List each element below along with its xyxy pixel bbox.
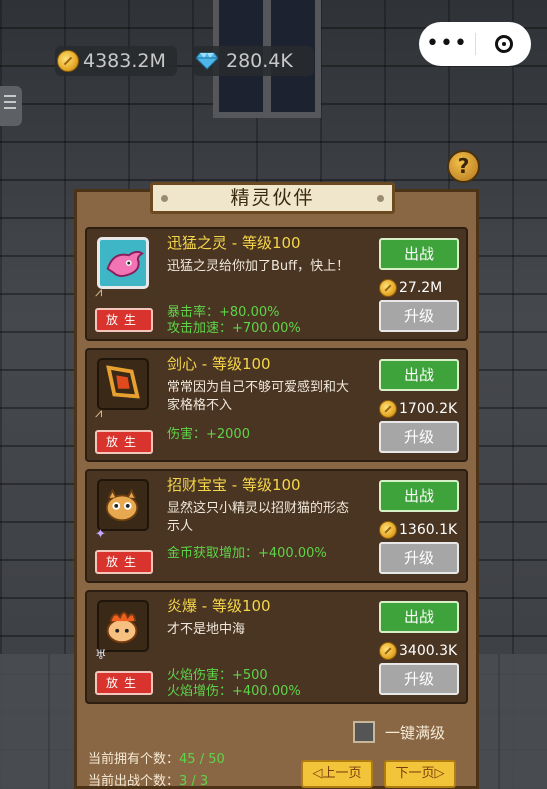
upgrade-cost: 1360.1K xyxy=(379,521,457,539)
gold-coin-icon xyxy=(57,50,79,72)
rank-mark-icon: ⩘ xyxy=(95,406,103,421)
gold-coin-icon xyxy=(379,642,397,660)
owned-value: 45 / 50 xyxy=(179,752,225,767)
battle-button[interactable]: 出战 xyxy=(379,359,459,391)
cost-value: 1360.1K xyxy=(399,522,458,538)
companion-portrait[interactable] xyxy=(97,479,149,531)
companion-card: ♅ 炎爆 - 等级100 才不是地中海 火焰伤害：+500 火焰增伤：+400.… xyxy=(85,590,468,704)
battling-count: 当前出战个数：3 / 3 xyxy=(88,770,208,789)
battling-label: 当前出战个数： xyxy=(88,774,180,789)
companion-description: 才不是地中海 xyxy=(167,622,246,637)
menu-line-icon xyxy=(4,95,16,97)
fortune-cat-icon xyxy=(105,488,139,522)
companion-stat: 暴击率：+80.00% xyxy=(167,305,280,320)
rank-mark-icon: ♅ xyxy=(95,648,107,663)
companion-description: 显然这只小精灵以招财猫的形态示人 xyxy=(167,501,350,534)
menu-line-icon xyxy=(4,107,16,109)
cost-value: 27.2M xyxy=(399,280,443,296)
companion-description: 常常因为自己不够可爱感到和大家格格不入 xyxy=(167,380,350,413)
max-all-label: 一键满级 xyxy=(385,724,446,742)
plate-stud-right xyxy=(377,195,384,202)
sword-heart-icon xyxy=(106,365,140,399)
upgrade-button[interactable]: 升级 xyxy=(379,542,459,574)
companion-stat: 火焰增伤：+400.00% xyxy=(167,684,301,699)
companion-stat: 火焰伤害：+500 xyxy=(167,668,268,683)
prev-page-button[interactable]: ◁上一页 xyxy=(301,760,373,788)
release-button[interactable]: 放生 xyxy=(95,671,153,695)
battle-button[interactable]: 出战 xyxy=(379,238,459,270)
gold-coin-icon xyxy=(379,521,397,539)
panel-title: 精灵伙伴 xyxy=(150,182,395,214)
companion-description: 迅猛之灵给你加了Buff，快上！ xyxy=(167,259,350,274)
companion-name: 迅猛之灵 - 等级100 xyxy=(167,234,301,252)
side-menu-tab[interactable] xyxy=(0,86,22,126)
companion-stat: 伤害：+2000 xyxy=(167,427,250,442)
owned-count: 当前拥有个数：45 / 50 xyxy=(88,748,225,767)
gold-amount: 4383.2M xyxy=(83,50,166,72)
menu-line-icon xyxy=(4,101,16,103)
release-button[interactable]: 放生 xyxy=(95,308,153,332)
target-circle-icon xyxy=(494,35,513,53)
companion-card: ✦ 招财宝宝 - 等级100 显然这只小精灵以招财猫的形态示人 金币获取增加：+… xyxy=(85,469,468,583)
cost-value: 1700.2K xyxy=(399,401,458,417)
panel-title-text: 精灵伙伴 xyxy=(230,187,315,209)
upgrade-cost: 27.2M xyxy=(379,279,442,297)
gem-counter: 280.4K xyxy=(192,46,314,76)
companion-stat: 攻击加速：+700.00% xyxy=(167,321,301,336)
companion-portrait[interactable] xyxy=(97,600,149,652)
companion-name: 招财宝宝 - 等级100 xyxy=(167,476,301,494)
diamond-icon xyxy=(195,52,219,70)
gold-coin-icon xyxy=(379,400,397,418)
upgrade-cost: 1700.2K xyxy=(379,400,457,418)
battle-button[interactable]: 出战 xyxy=(379,601,459,633)
gem-amount: 280.4K xyxy=(226,50,293,72)
release-button[interactable]: 放生 xyxy=(95,550,153,574)
more-dots-icon[interactable]: ••• xyxy=(419,22,475,66)
max-all-checkbox[interactable] xyxy=(353,721,375,743)
battling-value: 3 / 3 xyxy=(179,774,209,789)
companion-card: ⩘ 剑心 - 等级100 常常因为自己不够可爱感到和大家格格不入 伤害：+200… xyxy=(85,348,468,462)
companion-portrait[interactable] xyxy=(97,358,149,410)
plate-stud-left xyxy=(161,195,168,202)
upgrade-button[interactable]: 升级 xyxy=(379,300,459,332)
companion-name: 剑心 - 等级100 xyxy=(167,355,271,373)
companion-card: ⩘ 迅猛之灵 - 等级100 迅猛之灵给你加了Buff，快上！ 暴击率：+80.… xyxy=(85,227,468,341)
release-button[interactable]: 放生 xyxy=(95,430,153,454)
companion-stat: 金币获取增加：+400.00% xyxy=(167,546,327,561)
rank-mark-icon: ⩘ xyxy=(95,285,103,300)
cost-value: 3400.3K xyxy=(399,643,458,659)
swift-spirit-icon xyxy=(106,250,144,277)
next-page-button[interactable]: 下一页▷ xyxy=(384,760,456,788)
gold-counter: 4383.2M xyxy=(55,46,177,76)
gold-coin-icon xyxy=(379,279,397,297)
companion-portrait[interactable] xyxy=(97,237,149,289)
rank-mark-icon: ✦ xyxy=(95,527,106,542)
companion-name: 炎爆 - 等级100 xyxy=(167,597,271,615)
mini-program-capsule: ••• xyxy=(419,22,531,66)
upgrade-cost: 3400.3K xyxy=(379,642,457,660)
battle-button[interactable]: 出战 xyxy=(379,480,459,512)
close-target-button[interactable] xyxy=(476,35,531,53)
help-button[interactable]: ? xyxy=(447,150,480,183)
owned-label: 当前拥有个数： xyxy=(88,752,180,767)
flame-blast-icon xyxy=(106,611,138,644)
upgrade-button[interactable]: 升级 xyxy=(379,663,459,695)
upgrade-button[interactable]: 升级 xyxy=(379,421,459,453)
